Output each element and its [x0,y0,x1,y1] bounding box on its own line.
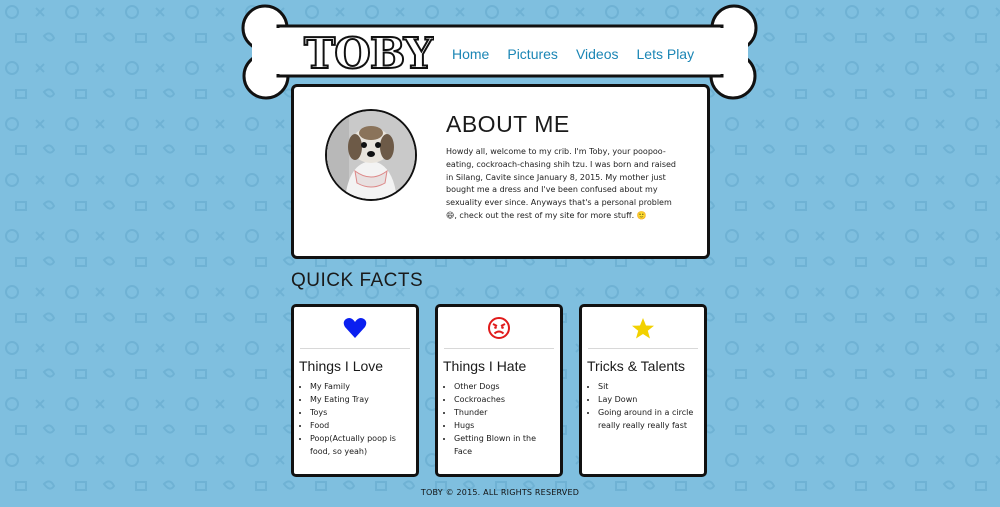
list-item: Toys [310,406,416,419]
list-item: My Family [310,380,416,393]
about-description: Howdy all, welcome to my crib. I'm Toby,… [446,147,676,220]
dog-photo [327,111,415,199]
about-title: ABOUT ME [446,111,570,137]
main-nav: Home Pictures Videos Lets Play [452,46,694,62]
list-item: Food [310,419,416,432]
list-item: Poop(Actually poop is food, so yeah) [310,432,416,458]
tricks-list: Sit Lay Down Going around in a circle re… [582,380,704,432]
toby-avatar [325,109,417,201]
nav-home-link[interactable]: Home [452,46,489,62]
tricks-talents-card: Tricks & Talents Sit Lay Down Going arou… [579,304,707,477]
things-i-hate-card: Things I Hate Other Dogs Cockroaches Thu… [435,304,563,477]
card-title: Things I Love [299,358,384,374]
footer-copyright: TOBY © 2015. ALL RIGHTS RESERVED [420,488,580,497]
angry-face-icon [488,316,510,339]
list-item: Thunder [454,406,560,419]
list-item: Hugs [454,419,560,432]
card-divider [300,348,410,349]
love-list: My Family My Eating Tray Toys Food Poop(… [294,380,416,458]
nav-pictures-link[interactable]: Pictures [507,46,558,62]
nav-videos-link[interactable]: Videos [576,46,619,62]
card-divider [588,348,698,349]
card-title: Things I Hate [443,358,527,374]
list-item: My Eating Tray [310,393,416,406]
list-item: Other Dogs [454,380,560,393]
list-item: Getting Blown in the Face [454,432,560,458]
list-item: Sit [598,380,704,393]
list-item: Cockroaches [454,393,560,406]
card-divider [444,348,554,349]
star-icon [632,317,654,338]
toby-logo: TOBY [303,28,434,76]
things-i-love-card: Things I Love My Family My Eating Tray T… [291,304,419,477]
about-card: ABOUT ME Howdy all, welcome to my crib. … [291,84,710,259]
nav-lets-play-link[interactable]: Lets Play [637,46,695,62]
svg-text:TOBY: TOBY [304,29,434,76]
list-item: Going around in a circle really really r… [598,406,704,432]
hate-list: Other Dogs Cockroaches Thunder Hugs Gett… [438,380,560,458]
list-item: Lay Down [598,393,704,406]
heart-icon [343,317,367,338]
card-title: Tricks & Talents [587,358,686,374]
quick-facts-title: QUICK FACTS [291,270,424,291]
